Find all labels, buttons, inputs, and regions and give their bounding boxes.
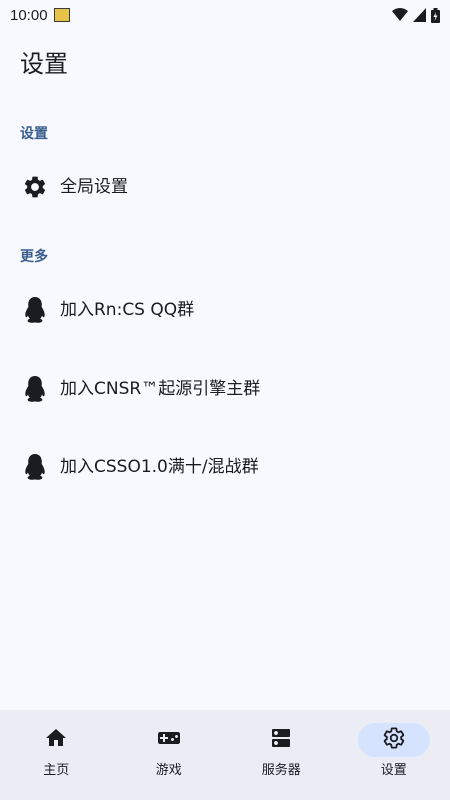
app-notification-icon <box>53 8 70 22</box>
global-settings-item[interactable]: 全局设置 <box>0 159 450 215</box>
qq-penguin-icon <box>20 374 50 404</box>
settings-screen: 10:00 设置 设置 全局设置 更多 加入Rn:CS QQ群 加入CNSR™起… <box>0 0 450 800</box>
join-rncs-qq-group-item[interactable]: 加入Rn:CS QQ群 <box>0 282 450 338</box>
bottom-navigation-bar: 主页 游戏 服务器 设置 <box>0 710 450 800</box>
join-rncs-qq-group-label: 加入Rn:CS QQ群 <box>60 300 195 320</box>
qq-penguin-icon <box>20 295 50 325</box>
global-settings-label: 全局设置 <box>60 177 128 197</box>
status-left: 10:00 <box>10 7 70 24</box>
gear-icon <box>20 172 50 202</box>
join-csso-group-item[interactable]: 加入CSSO1.0满十/混战群 <box>0 439 450 495</box>
join-cnsr-group-label: 加入CNSR™起源引擎主群 <box>60 379 261 399</box>
signal-icon <box>413 8 426 22</box>
nav-label-home: 主页 <box>43 763 70 778</box>
join-csso-group-label: 加入CSSO1.0满十/混战群 <box>60 457 259 477</box>
nav-item-settings[interactable]: 设置 <box>338 710 450 800</box>
home-icon <box>44 726 68 754</box>
nav-label-games: 游戏 <box>155 763 182 778</box>
qq-penguin-icon <box>20 452 50 482</box>
page-title: 设置 <box>20 50 68 78</box>
nav-pill-servers <box>245 723 317 757</box>
battery-icon <box>431 7 440 23</box>
join-cnsr-group-item[interactable]: 加入CNSR™起源引擎主群 <box>0 361 450 417</box>
status-right <box>392 7 440 23</box>
nav-item-servers[interactable]: 服务器 <box>225 710 338 800</box>
server-icon <box>269 726 293 754</box>
section-header-settings: 设置 <box>20 126 48 142</box>
gear-icon <box>382 726 406 754</box>
section-header-more: 更多 <box>20 249 48 265</box>
top-app-bar: 设置 <box>0 40 450 90</box>
nav-pill-settings <box>357 723 430 757</box>
nav-item-home[interactable]: 主页 <box>0 710 113 800</box>
nav-pill-games <box>133 723 205 757</box>
nav-pill-home <box>20 723 92 757</box>
gamepad-icon <box>157 726 181 754</box>
nav-item-games[interactable]: 游戏 <box>113 710 226 800</box>
status-time: 10:00 <box>10 6 48 24</box>
nav-label-servers: 服务器 <box>261 763 301 778</box>
nav-label-settings: 设置 <box>380 763 407 778</box>
status-bar: 10:00 <box>0 0 450 30</box>
wifi-icon <box>392 8 408 22</box>
